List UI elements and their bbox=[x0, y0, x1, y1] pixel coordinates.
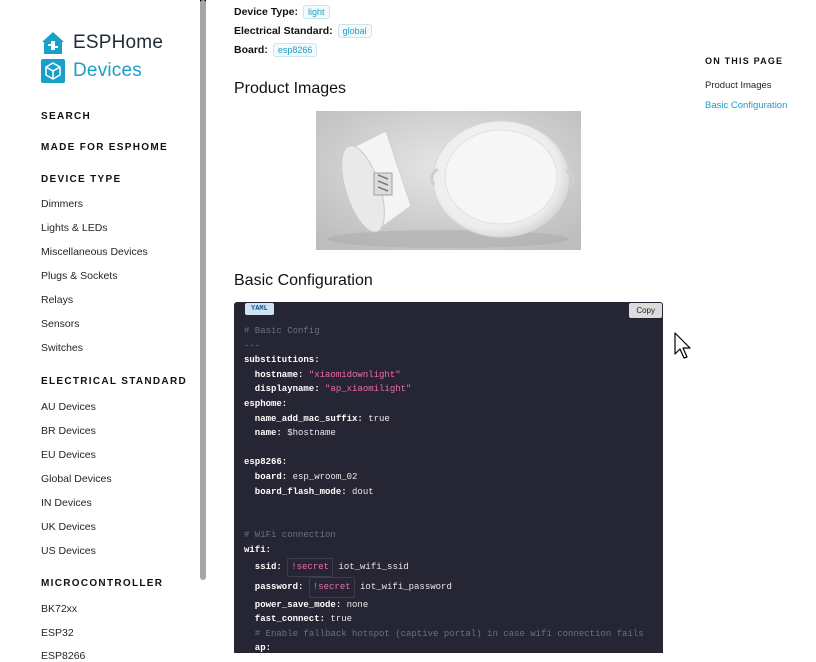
brand-logo[interactable]: ESPHome Devices bbox=[41, 30, 163, 86]
nav-item-us[interactable]: US Devices bbox=[41, 545, 96, 557]
electrical-standard-row: Electrical Standard: global bbox=[234, 24, 372, 38]
code-line: fast_connect: true bbox=[244, 612, 644, 627]
home-icon bbox=[42, 32, 64, 54]
code-key: password: bbox=[244, 581, 309, 592]
code-value: esp_wroom_02 bbox=[292, 471, 358, 482]
code-line: esphome: bbox=[244, 397, 644, 412]
device-type-badge[interactable]: light bbox=[303, 5, 330, 19]
code-string: "ap_xiaomilight" bbox=[325, 384, 412, 395]
code-line: ssid: !secret iot_wifi_ssid bbox=[244, 557, 644, 577]
copy-button[interactable]: Copy bbox=[629, 303, 662, 318]
code-secret-tag: !secret bbox=[287, 557, 334, 577]
yaml-code[interactable]: # Basic Config --- substitutions: hostname… bbox=[244, 324, 644, 653]
basic-configuration-heading: Basic Configuration bbox=[234, 272, 373, 289]
code-key: substitutions: bbox=[244, 355, 320, 366]
board-badge[interactable]: esp8266 bbox=[272, 43, 318, 57]
code-line: power_save_mode: none bbox=[244, 598, 644, 613]
electrical-standard-heading: ELECTRICAL STANDARD bbox=[41, 376, 187, 387]
code-key: wifi: bbox=[244, 544, 272, 555]
brand-title: ESPHome bbox=[73, 32, 164, 53]
nav-item-esp8266[interactable]: ESP8266 bbox=[41, 650, 85, 662]
code-value: true bbox=[368, 413, 390, 424]
code-key: esp8266: bbox=[244, 457, 288, 468]
code-value: true bbox=[330, 614, 353, 625]
microcontroller-heading: MICROCONTROLLER bbox=[41, 578, 164, 589]
nav-item-esp32[interactable]: ESP32 bbox=[41, 627, 74, 639]
nav-item-switches[interactable]: Switches bbox=[41, 342, 83, 354]
code-line: board_flash_mode: dout bbox=[244, 485, 644, 500]
language-badge: YAML bbox=[245, 303, 274, 315]
code-line: wifi: bbox=[244, 543, 644, 558]
code-line: ap: bbox=[244, 641, 644, 653]
nav-item-relays[interactable]: Relays bbox=[41, 294, 73, 306]
code-key: board_flash_mode: bbox=[244, 486, 353, 497]
nav-item-plugs-sockets[interactable]: Plugs & Sockets bbox=[41, 270, 117, 282]
nav-item-dimmers[interactable]: Dimmers bbox=[41, 198, 83, 210]
code-line: # WiFi connection bbox=[244, 530, 336, 541]
product-image bbox=[316, 111, 581, 250]
nav-item-lights-leds[interactable]: Lights & LEDs bbox=[41, 222, 108, 234]
code-key: fast_connect: bbox=[244, 614, 331, 625]
nav-item-sensors[interactable]: Sensors bbox=[41, 318, 80, 330]
nav-item-uk[interactable]: UK Devices bbox=[41, 521, 96, 533]
code-line: hostname: "xiaomidownlight" bbox=[244, 368, 644, 383]
on-this-page-heading: ON THIS PAGE bbox=[705, 56, 784, 66]
nav-item-misc-devices[interactable]: Miscellaneous Devices bbox=[41, 246, 148, 258]
nav-item-eu[interactable]: EU Devices bbox=[41, 449, 96, 461]
code-key: board: bbox=[244, 471, 293, 482]
code-line: substitutions: bbox=[244, 353, 644, 368]
nav-item-global[interactable]: Global Devices bbox=[41, 473, 112, 485]
code-value: dout bbox=[352, 486, 374, 497]
code-line: password: !secret iot_wifi_password bbox=[244, 576, 644, 598]
code-value: iot_wifi_ssid bbox=[333, 561, 409, 572]
sidebar-scrollbar[interactable] bbox=[200, 0, 206, 580]
product-images-heading: Product Images bbox=[234, 80, 347, 97]
code-key: ap: bbox=[244, 643, 272, 653]
board-label: Board: bbox=[234, 44, 268, 56]
sidebar: ESPHome Devices SEARCH MADE FOR ESPHOME … bbox=[0, 0, 208, 662]
code-value: none bbox=[346, 599, 369, 610]
device-type-label: Device Type: bbox=[234, 6, 298, 18]
board-row: Board: esp8266 bbox=[234, 43, 318, 57]
electrical-standard-label: Electrical Standard: bbox=[234, 25, 333, 37]
code-value: iot_wifi_password bbox=[354, 581, 452, 592]
code-block: YAML Copy # Basic Config --- substitutions… bbox=[234, 302, 663, 653]
nav-item-in[interactable]: IN Devices bbox=[41, 497, 92, 509]
code-line: --- bbox=[244, 340, 261, 351]
code-line: esp8266: bbox=[244, 455, 644, 470]
code-line: name_add_mac_suffix: true bbox=[244, 412, 644, 427]
code-line: name: $hostname bbox=[244, 426, 644, 441]
nav-item-au[interactable]: AU Devices bbox=[41, 401, 96, 413]
code-line: displayname: "ap_xiaomilight" bbox=[244, 382, 644, 397]
code-key: name: bbox=[244, 428, 288, 439]
toc-item-product-images[interactable]: Product Images bbox=[705, 80, 772, 91]
made-for-esphome-link[interactable]: MADE FOR ESPHOME bbox=[41, 142, 168, 153]
code-secret-tag: !secret bbox=[308, 576, 355, 598]
code-key: power_save_mode: bbox=[244, 599, 347, 610]
code-string: "xiaomidownlight" bbox=[308, 369, 401, 380]
nav-item-bk72xx[interactable]: BK72xx bbox=[41, 603, 77, 615]
code-line: # Basic Config bbox=[244, 326, 320, 336]
code-line: # Enable fallback hotspot (captive porta… bbox=[244, 628, 644, 639]
code-key: name_add_mac_suffix: bbox=[244, 413, 369, 424]
electrical-standard-badge[interactable]: global bbox=[337, 24, 372, 38]
cube-icon bbox=[41, 59, 65, 83]
nav-item-br[interactable]: BR Devices bbox=[41, 425, 96, 437]
toc-item-basic-configuration[interactable]: Basic Configuration bbox=[705, 100, 787, 111]
search-link[interactable]: SEARCH bbox=[41, 111, 91, 122]
brand-subtitle: Devices bbox=[73, 60, 142, 81]
code-key: esphome: bbox=[244, 398, 288, 409]
device-type-row: Device Type: light bbox=[234, 5, 330, 19]
code-key: displayname: bbox=[244, 384, 326, 395]
code-key: hostname: bbox=[244, 369, 309, 380]
code-line: board: esp_wroom_02 bbox=[244, 470, 644, 485]
mouse-cursor-icon bbox=[674, 332, 691, 359]
code-key: ssid: bbox=[244, 561, 288, 572]
code-value: $hostname bbox=[287, 428, 336, 439]
device-type-heading: DEVICE TYPE bbox=[41, 174, 122, 185]
